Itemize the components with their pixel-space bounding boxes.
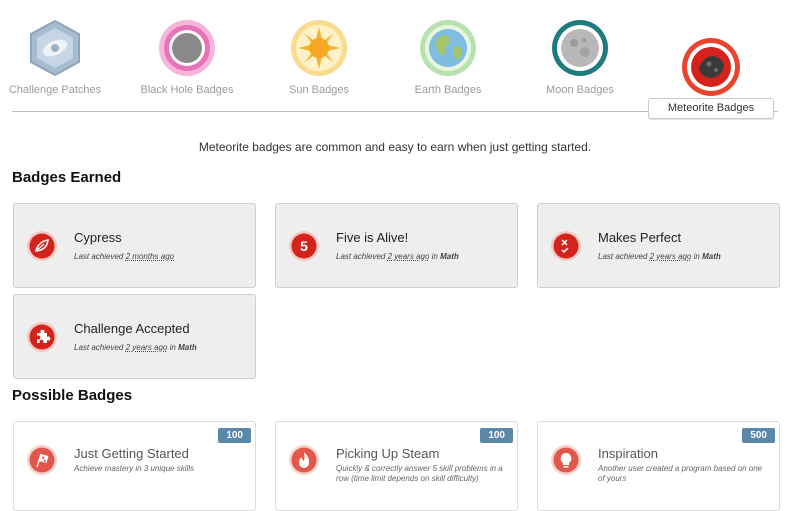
leaf-icon (27, 231, 57, 261)
tab-sun-badges[interactable]: Sun Badges (249, 0, 389, 100)
badge-last-achieved: Last achieved 2 years ago in Math (336, 252, 459, 261)
moon-icon (552, 20, 608, 76)
badge-last-achieved: Last achieved 2 months ago (74, 252, 175, 261)
badge-title: Five is Alive! (336, 230, 409, 245)
badge-last-achieved: Last achieved 2 years ago in Math (74, 343, 197, 352)
earned-badge-card[interactable]: Makes Perfect Last achieved 2 years ago … (537, 203, 780, 288)
badges-earned-heading: Badges Earned (12, 169, 122, 186)
tab-label: Moon Badges (546, 84, 614, 96)
tab-label: Sun Badges (289, 84, 349, 96)
active-tab-label[interactable]: Meteorite Badges (648, 98, 774, 119)
badge-description: Quickly & correctly answer 5 skill probl… (336, 464, 503, 483)
black-hole-icon (159, 20, 215, 76)
badge-description: Achieve mastery in 3 unique skills (74, 464, 195, 473)
earned-badge-card[interactable]: 5 Five is Alive! Last achieved 2 years a… (275, 203, 518, 288)
sun-icon (291, 20, 347, 76)
points-badge: 500 (742, 428, 775, 443)
earned-badge-card[interactable]: Challenge Accepted Last achieved 2 years… (13, 294, 256, 379)
badge-title: Challenge Accepted (74, 321, 190, 336)
number-five-icon: 5 (289, 231, 319, 261)
badge-title: Cypress (74, 230, 122, 245)
tab-meteorite-badges[interactable] (641, 0, 781, 100)
badge-title: Just Getting Started (74, 446, 189, 461)
tab-label: Earth Badges (414, 84, 482, 96)
points-badge: 100 (218, 428, 251, 443)
badge-description: Another user created a program based on … (598, 464, 763, 483)
tab-label: Challenge Patches (8, 84, 102, 96)
category-description: Meteorite badges are common and easy to … (198, 140, 592, 154)
lightbulb-icon (551, 445, 581, 475)
possible-badge-card[interactable]: 500 Inspiration Another user created a p… (537, 421, 780, 511)
tab-earth-badges[interactable]: Earth Badges (378, 0, 518, 100)
badge-title: Inspiration (598, 446, 658, 461)
badge-category-tabs: Challenge Patches Black Hole Badges Sun … (0, 0, 790, 120)
possible-badge-card[interactable]: 100 Just Getting Started Achieve mastery… (13, 421, 256, 511)
badge-title: Picking Up Steam (336, 446, 440, 461)
possible-badges-heading: Possible Badges (12, 387, 133, 404)
possible-badge-card[interactable]: 100 Picking Up Steam Quickly & correctly… (275, 421, 518, 511)
points-badge: 100 (480, 428, 513, 443)
tab-moon-badges[interactable]: Moon Badges (510, 0, 650, 100)
puzzle-icon (27, 322, 57, 352)
badge-title: Makes Perfect (598, 230, 682, 245)
checkered-flag-icon (27, 445, 57, 475)
tab-black-hole-badges[interactable]: Black Hole Badges (117, 0, 257, 100)
flame-icon (289, 445, 319, 475)
hexagon-patch-icon (30, 19, 80, 77)
meteorite-icon (682, 38, 740, 96)
earned-badge-card[interactable]: Cypress Last achieved 2 months ago (13, 203, 256, 288)
check-cross-icon (551, 231, 581, 261)
tab-challenge-patches[interactable]: Challenge Patches (0, 0, 125, 100)
tab-label: Black Hole Badges (140, 84, 234, 96)
badge-last-achieved: Last achieved 2 years ago in Math (598, 252, 721, 261)
svg-text:5: 5 (300, 238, 308, 254)
earth-icon (420, 20, 476, 76)
